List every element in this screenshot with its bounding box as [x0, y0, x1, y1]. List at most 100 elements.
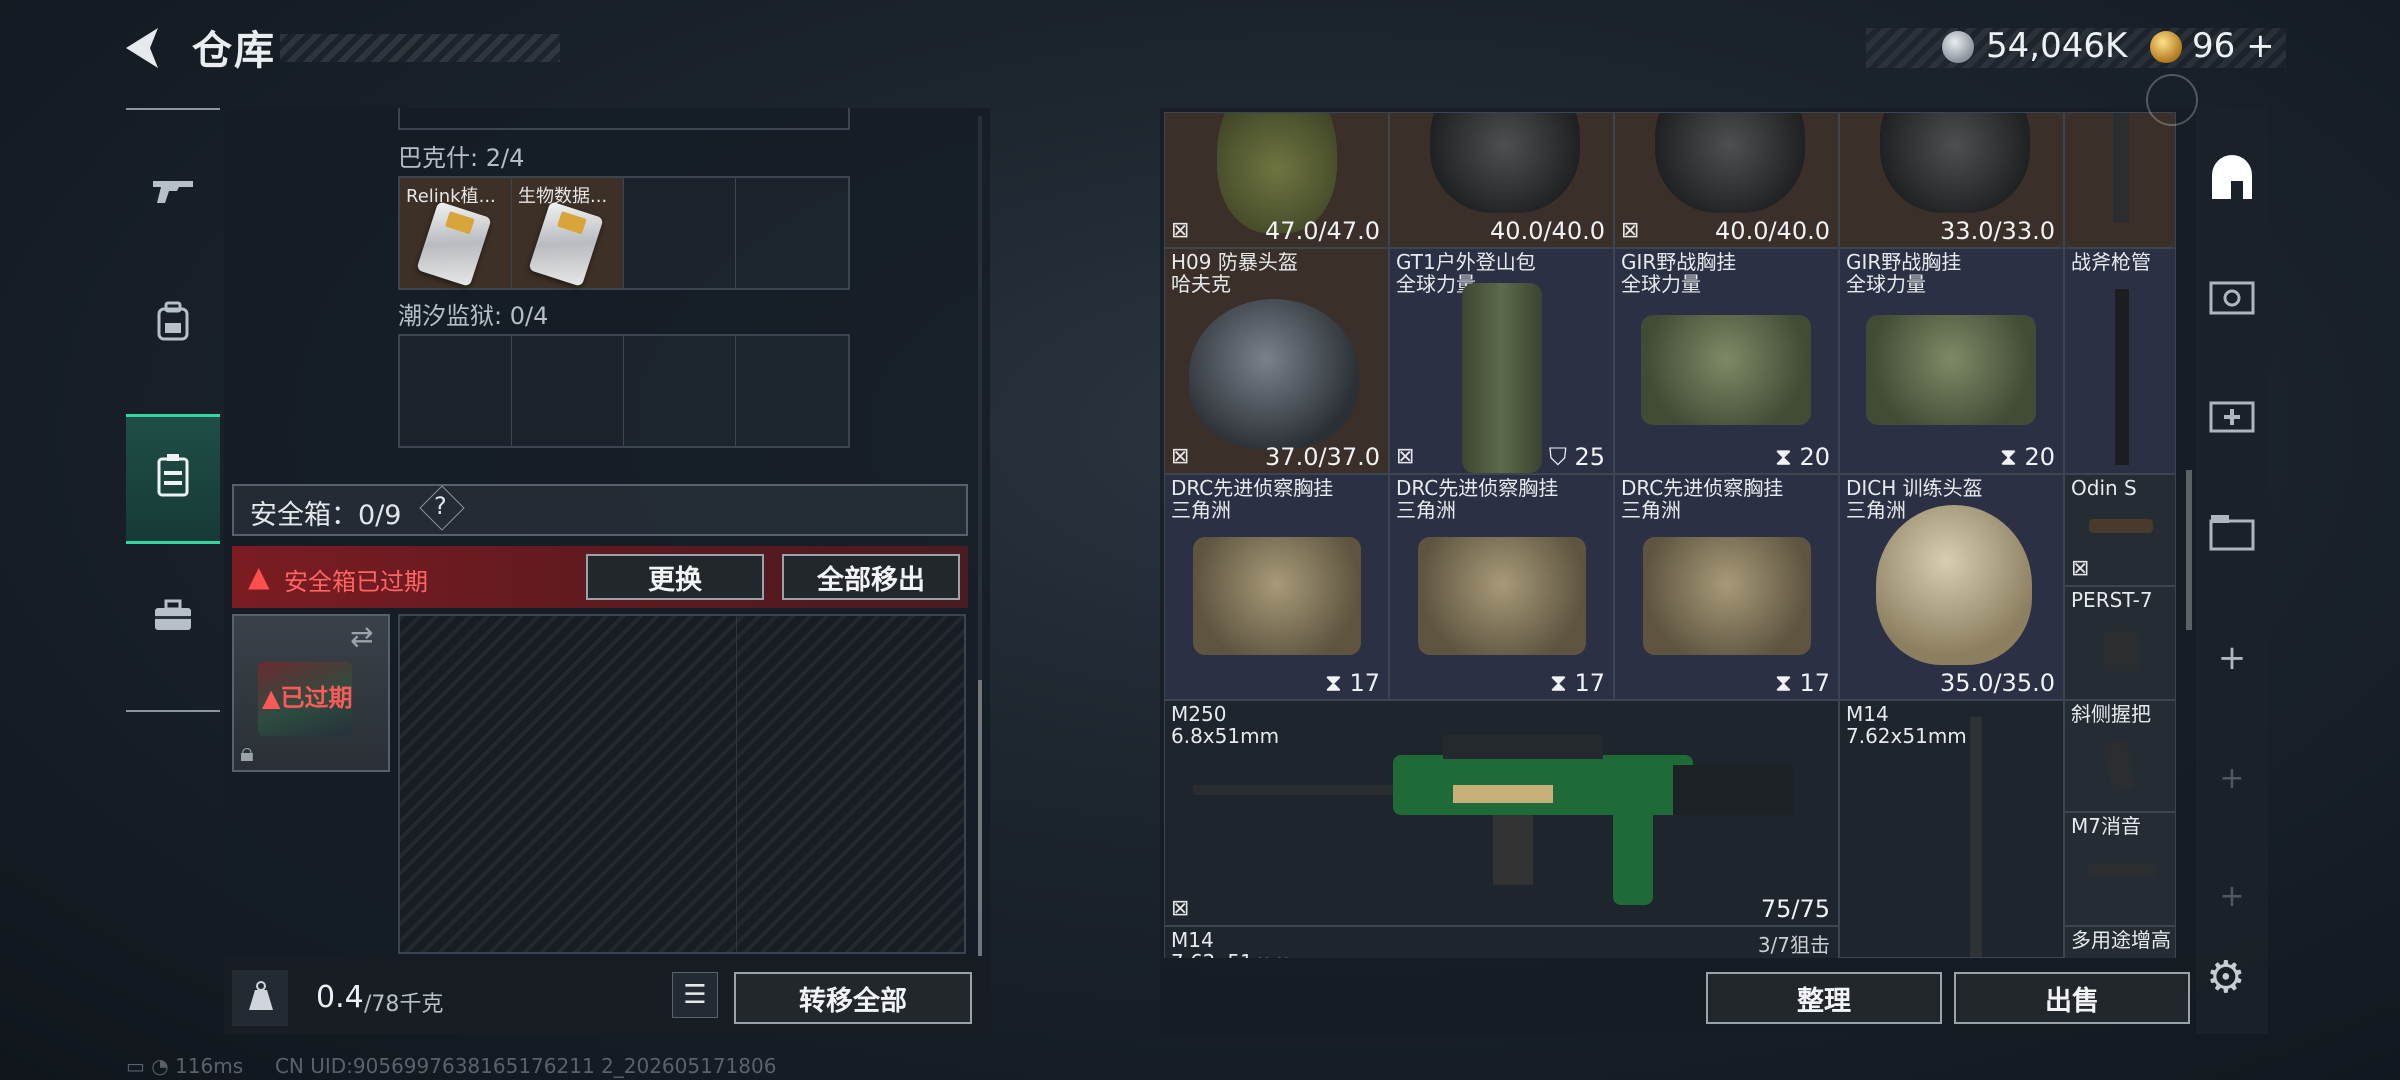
replace-button[interactable]: 更换	[586, 554, 764, 600]
swap-icon[interactable]: ⇄	[350, 620, 373, 653]
grid-divider	[736, 616, 737, 952]
no-insure-icon: ⊠	[2071, 556, 2090, 581]
inventory-item[interactable]: DRC先进侦察胸挂 三角洲 ⧗ 17	[1389, 474, 1614, 700]
helmet-image	[1655, 113, 1805, 213]
warning-icon: ▲	[248, 560, 270, 593]
no-insure-icon: ⊠	[1171, 218, 1190, 243]
coin-balance: 54,046K	[1986, 26, 2128, 66]
item-name: DRC先进侦察胸挂 三角洲	[1396, 476, 1559, 522]
item-name: 生物数据...	[518, 186, 608, 207]
weight-icon	[246, 980, 276, 1019]
token-add-icon[interactable]: +	[2246, 26, 2275, 66]
nav-item-containers[interactable]	[126, 414, 220, 544]
inventory-grid: ⊠ 47.0/47.0 40.0/40.0 ⊠ 40.0/40.0 33.0/3…	[1164, 112, 2176, 958]
inventory-item[interactable]: H09 防暴头盔 哈夫克 ⊠ 37.0/37.0	[1164, 248, 1389, 474]
empty-slot[interactable]	[400, 336, 512, 446]
list-view-button[interactable]: ☰	[672, 972, 718, 1018]
item-slot[interactable]: Relink植...	[400, 178, 512, 288]
rail-storage-icon[interactable]	[2204, 504, 2260, 560]
rail-case-icon[interactable]	[2204, 268, 2260, 324]
no-insure-icon: ⊠	[1396, 444, 1415, 469]
tidal-prison-label: 潮汐监狱: 0/4	[398, 302, 549, 330]
back-button[interactable]	[120, 22, 172, 74]
toolbox-icon	[153, 598, 193, 641]
helmet-image	[1430, 113, 1580, 213]
wifi-icon: ◔	[151, 1054, 169, 1078]
transfer-all-button[interactable]: 转移全部	[734, 972, 972, 1024]
item-name: PERST-7	[2071, 588, 2153, 612]
coin-icon	[1942, 31, 1974, 63]
inventory-scrollbar[interactable]	[2186, 470, 2192, 630]
remove-all-button[interactable]: 全部移出	[782, 554, 960, 600]
empty-slot[interactable]	[624, 336, 736, 446]
inventory-item[interactable]: DRC先进侦察胸挂 三角洲 ⧗ 17	[1614, 474, 1839, 700]
sell-button[interactable]: 出售	[1954, 972, 2190, 1024]
empty-slot[interactable]	[736, 178, 848, 288]
empty-slot[interactable]	[624, 178, 736, 288]
inventory-item[interactable]: PERST-7	[2064, 586, 2176, 700]
chest-rig-image	[1643, 537, 1811, 655]
rail-medkit-icon[interactable]	[2204, 386, 2260, 442]
item-slot[interactable]: 生物数据...	[512, 178, 624, 288]
nav-item-weapons[interactable]	[126, 130, 220, 260]
token-balance[interactable]: 96 +	[2192, 26, 2275, 66]
help-icon[interactable]: ?	[434, 492, 447, 520]
nav-item-equipment[interactable]	[126, 260, 220, 390]
inventory-item[interactable]: ⊠ 40.0/40.0	[1614, 112, 1839, 248]
weight-current: 0.4	[316, 980, 364, 1015]
empty-slot[interactable]	[512, 336, 624, 446]
nav-item-toolbox[interactable]	[126, 554, 220, 684]
weight-max: /78千克	[364, 992, 444, 1017]
inventory-item[interactable]: 多用途增高	[2064, 926, 2176, 958]
capacity: ⧗ 17	[1324, 669, 1380, 697]
page-title: 仓库	[192, 28, 276, 74]
chest-rig-image	[1193, 537, 1361, 655]
empty-slot[interactable]	[736, 336, 848, 446]
scrollbar-thumb[interactable]	[978, 680, 982, 956]
durability: 35.0/35.0	[1940, 669, 2055, 697]
inventory-item[interactable]: M250 6.8x51mm ⊠ 75/75	[1164, 700, 1839, 926]
item-name: Relink植...	[406, 186, 496, 207]
inventory-item[interactable]: 斜侧握把	[2064, 700, 2176, 812]
chest-rig-image	[1641, 315, 1811, 425]
inventory-item[interactable]: GT1户外登山包 全球力量 ⊠ ⛉ 25	[1389, 248, 1614, 474]
helmet-image	[1880, 113, 2030, 213]
rail-warehouse-icon[interactable]	[2204, 150, 2260, 206]
capacity: ⧗ 20	[1999, 443, 2055, 471]
laser-image	[2103, 631, 2139, 671]
sort-button[interactable]: 整理	[1706, 972, 1942, 1024]
safe-expired-tag: ▲已过期	[262, 684, 353, 712]
inventory-item[interactable]: DRC先进侦察胸挂 三角洲 ⧗ 17	[1164, 474, 1389, 700]
safe-box-grid	[398, 614, 966, 954]
inventory-item[interactable]	[2064, 112, 2176, 248]
battery-icon: ▭	[126, 1054, 145, 1078]
previous-grid-edge	[398, 108, 850, 130]
chevron-left-icon	[126, 28, 158, 68]
durability: 33.0/33.0	[1940, 217, 2055, 245]
inventory-item[interactable]: M147.62x51mm 3/7狙击	[1164, 926, 1839, 958]
capacity: ⧗ 17	[1774, 669, 1830, 697]
inventory-item[interactable]: ⊠ 47.0/47.0	[1164, 112, 1389, 248]
item-name: Odin S	[2071, 476, 2137, 500]
inventory-item[interactable]: 33.0/33.0	[1839, 112, 2064, 248]
inventory-item[interactable]: 战斧枪管	[2064, 248, 2176, 474]
inventory-item[interactable]: GIR野战胸挂 全球力量 ⧗ 20	[1839, 248, 2064, 474]
inventory-item[interactable]: DICH 训练头盔 三角洲 35.0/35.0	[1839, 474, 2064, 700]
inventory-item[interactable]: 40.0/40.0	[1389, 112, 1614, 248]
inventory-item[interactable]: M14 7.62x51mm	[1839, 700, 2064, 958]
gear-icon[interactable]: ⚙	[2206, 952, 2245, 1003]
inventory-item[interactable]: Odin S ⊠	[2064, 474, 2176, 586]
riot-helmet-image	[1189, 299, 1359, 449]
barrel-image	[2115, 289, 2129, 465]
chest-rig-image	[1866, 315, 2036, 425]
inventory-item[interactable]: GIR野战胸挂 全球力量 ⧗ 20	[1614, 248, 1839, 474]
item-name: M147.62x51mm	[1171, 928, 1292, 958]
item-name: M7消音	[2071, 814, 2141, 838]
token-count: 96	[2192, 26, 2236, 66]
inventory-item[interactable]: M7消音	[2064, 812, 2176, 926]
backpack-icon	[155, 301, 191, 350]
no-insure-icon: ⊠	[1171, 896, 1190, 921]
item-name: 多用途增高	[2071, 928, 2171, 952]
ammo-count: 75/75	[1760, 895, 1830, 923]
rail-add-icon[interactable]: +	[2204, 630, 2260, 686]
